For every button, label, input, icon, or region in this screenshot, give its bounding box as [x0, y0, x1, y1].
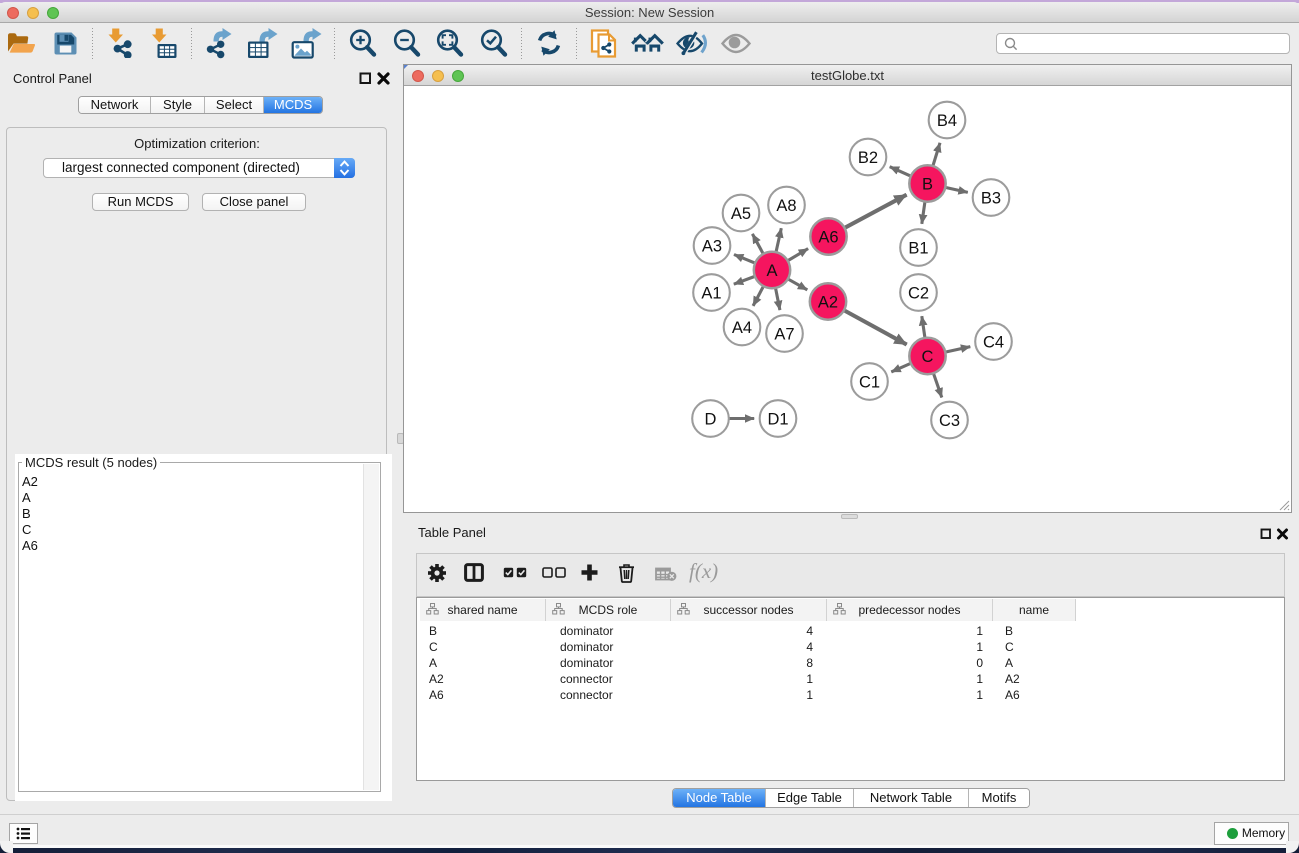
- svg-text:C1: C1: [859, 374, 880, 392]
- svg-text:C3: C3: [939, 412, 960, 430]
- svg-text:A6: A6: [818, 229, 838, 247]
- svg-text:A5: A5: [731, 205, 751, 223]
- svg-text:A8: A8: [776, 197, 796, 215]
- svg-text:B3: B3: [981, 190, 1001, 208]
- svg-text:D1: D1: [767, 411, 788, 429]
- svg-text:B1: B1: [908, 240, 928, 258]
- svg-text:A1: A1: [701, 285, 721, 303]
- svg-text:D: D: [705, 411, 717, 429]
- svg-text:B4: B4: [937, 112, 957, 130]
- svg-text:C2: C2: [908, 285, 929, 303]
- svg-text:A4: A4: [732, 319, 752, 337]
- svg-text:B2: B2: [858, 149, 878, 167]
- svg-text:B: B: [922, 176, 933, 194]
- svg-text:A3: A3: [702, 238, 722, 256]
- svg-text:A2: A2: [818, 294, 838, 312]
- svg-text:C4: C4: [983, 334, 1004, 352]
- svg-text:A: A: [766, 262, 777, 280]
- svg-text:A7: A7: [774, 326, 794, 344]
- svg-text:C: C: [922, 348, 934, 366]
